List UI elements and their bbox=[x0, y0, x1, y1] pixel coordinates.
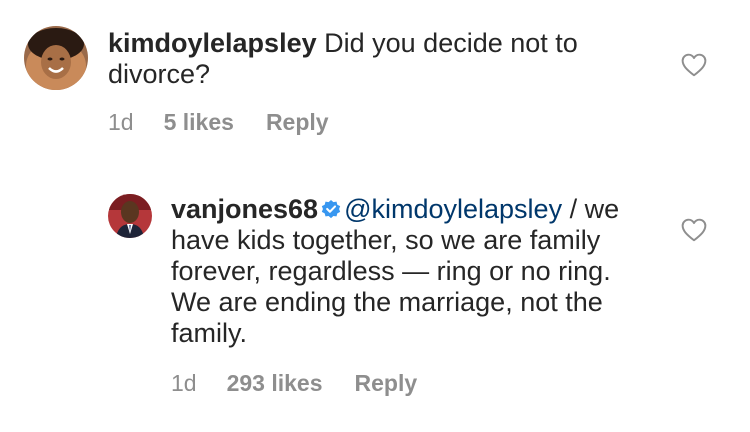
avatar-vanjones68[interactable] bbox=[108, 194, 152, 238]
heart-outline-icon[interactable] bbox=[681, 53, 707, 77]
avatar-kimdoylelapsley[interactable] bbox=[24, 26, 88, 90]
comment-likes-count[interactable]: 5 likes bbox=[164, 109, 234, 136]
comment-time[interactable]: 1d bbox=[171, 370, 197, 397]
comment-meta: 1d 293 likes Reply bbox=[171, 370, 417, 397]
avatar-image bbox=[108, 194, 152, 238]
heart-outline-icon[interactable] bbox=[681, 218, 707, 242]
avatar-image bbox=[24, 26, 88, 90]
comment-text-block: kimdoylelapsley Did you decide not to di… bbox=[108, 28, 648, 90]
comment-item-vanjones68: vanjones68 @kimdoylelapsley / we have ki… bbox=[0, 160, 750, 432]
mention-link[interactable]: @kimdoylelapsley bbox=[344, 194, 562, 224]
reply-button[interactable]: Reply bbox=[355, 370, 418, 397]
comment-username[interactable]: kimdoylelapsley bbox=[108, 28, 317, 58]
comment-time[interactable]: 1d bbox=[108, 109, 134, 136]
reply-button[interactable]: Reply bbox=[266, 109, 329, 136]
comment-meta: 1d 5 likes Reply bbox=[108, 109, 329, 136]
verified-badge-icon bbox=[321, 200, 341, 219]
comment-username[interactable]: vanjones68 bbox=[171, 194, 318, 224]
comment-item-kimdoylelapsley: kimdoylelapsley Did you decide not to di… bbox=[0, 0, 750, 160]
comment-text-block: vanjones68 @kimdoylelapsley / we have ki… bbox=[171, 194, 641, 349]
comment-likes-count[interactable]: 293 likes bbox=[227, 370, 323, 397]
